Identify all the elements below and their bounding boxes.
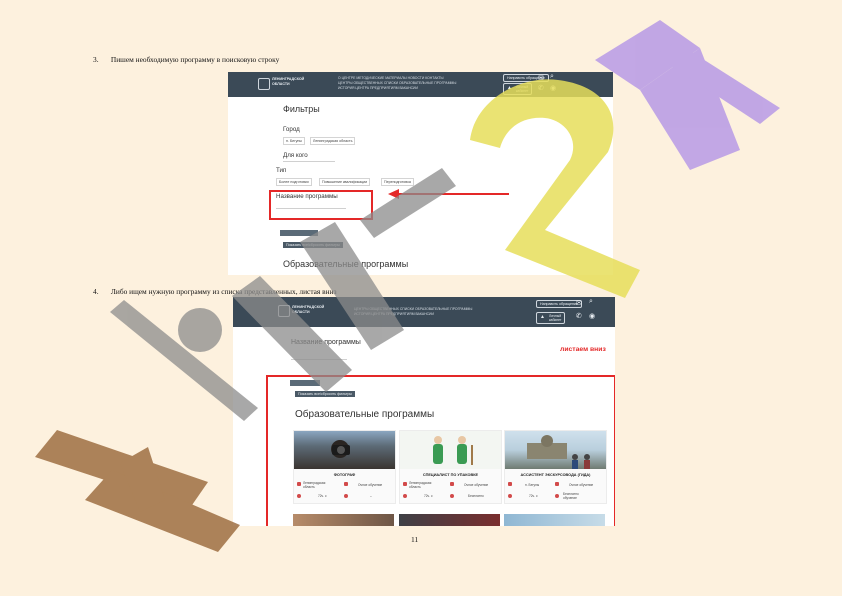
watermark-stroke — [470, 79, 640, 298]
watermark-stroke — [300, 222, 404, 350]
watermark-shapes — [35, 20, 780, 552]
watermark-stroke — [360, 168, 456, 238]
watermark-dot — [178, 308, 222, 352]
